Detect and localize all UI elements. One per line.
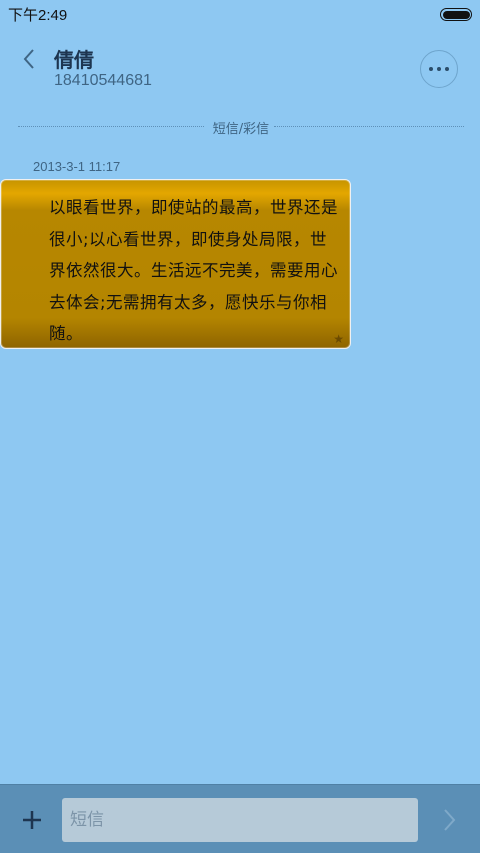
send-chevron-icon xyxy=(444,809,456,831)
star-icon: ★ xyxy=(333,332,344,346)
message-type-divider: 短信/彩信 xyxy=(18,118,464,137)
message-timestamp: 2013-3-1 11:17 xyxy=(33,159,121,174)
more-options-button[interactable] xyxy=(420,50,458,88)
contact-number: 18410544681 xyxy=(54,72,152,89)
composer-bar xyxy=(0,784,480,853)
send-button[interactable] xyxy=(432,803,466,837)
plus-icon xyxy=(23,811,41,829)
message-text: 以眼看世界，即使站的最高，世界还是很小;以心看世界，即使身处局限，世界依然很大。… xyxy=(49,198,338,343)
divider-line-right xyxy=(274,126,464,127)
battery-level xyxy=(442,10,470,19)
message-bubble[interactable]: 以眼看世界，即使站的最高，世界还是很小;以心看世界，即使身处局限，世界依然很大。… xyxy=(0,179,351,349)
back-button[interactable] xyxy=(14,44,44,74)
message-input[interactable] xyxy=(62,798,418,842)
sms-conversation-screen: 下午2:49 倩倩 18410544681 短信/彩信 2013-3-1 11:… xyxy=(0,0,480,853)
status-time: 下午2:49 xyxy=(8,7,68,24)
message-type-label: 短信/彩信 xyxy=(212,122,270,137)
more-horizontal-icon xyxy=(429,67,449,71)
chevron-left-icon xyxy=(23,49,34,69)
contact-name: 倩倩 xyxy=(54,48,94,72)
conversation-header: 倩倩 18410544681 xyxy=(0,28,480,118)
add-attachment-button[interactable] xyxy=(12,803,52,837)
battery-full-icon xyxy=(440,8,472,21)
status-bar: 下午2:49 xyxy=(0,0,480,28)
